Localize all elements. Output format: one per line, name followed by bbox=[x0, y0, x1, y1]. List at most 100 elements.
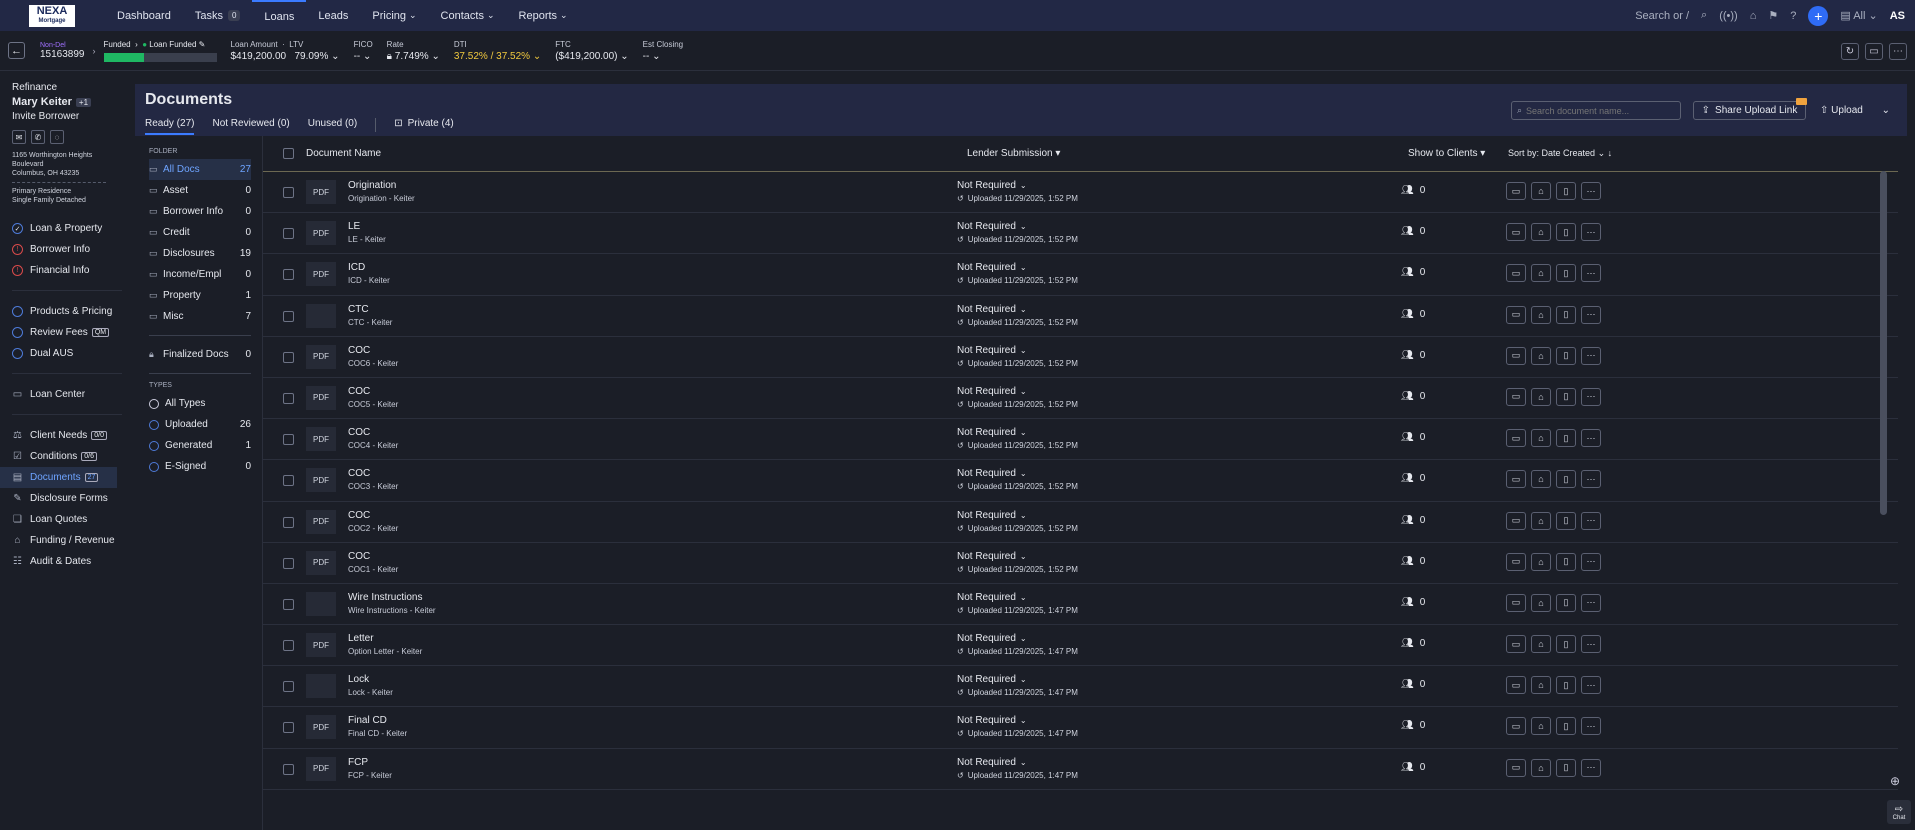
sidebar-item-borrower-info[interactable]: ! Borrower Info bbox=[12, 239, 135, 260]
row-checkbox[interactable] bbox=[283, 351, 294, 363]
row-checkbox[interactable] bbox=[283, 187, 294, 198]
lender-submission-select[interactable]: Not Required ⌄ bbox=[957, 386, 1027, 397]
folder-finalized-docs[interactable]: 🔒︎ Finalized Docs 0 bbox=[149, 344, 251, 365]
loan-id[interactable]: Non-Del 15163899 bbox=[40, 42, 85, 60]
doc-name[interactable]: Final CD bbox=[348, 715, 387, 726]
file-icon[interactable]: ▯ bbox=[1556, 387, 1576, 406]
show-to-clients[interactable]: 👥︎ 0 bbox=[1401, 309, 1425, 320]
lock-icon[interactable]: ⌂ bbox=[1531, 470, 1551, 489]
table-row[interactable]: PDF Origination Origination - Keiter Not Re… bbox=[263, 172, 1898, 214]
table-row[interactable]: Wire Instructions Wire Instructions - Kei… bbox=[263, 584, 1898, 626]
loan-stage[interactable]: Funded › ● Loan Funded ✎ bbox=[103, 40, 217, 62]
comment-icon[interactable]: ▭ bbox=[1506, 593, 1526, 612]
comment-icon[interactable]: ▭ bbox=[1506, 264, 1526, 283]
add-button[interactable]: + bbox=[1808, 5, 1829, 26]
more-icon[interactable]: ⋯ bbox=[1581, 593, 1601, 612]
sidebar-item-dual-aus[interactable]: Dual AUS bbox=[12, 343, 135, 364]
comment-icon[interactable]: ▭ bbox=[1506, 635, 1526, 654]
notifications-icon[interactable]: ⚑ bbox=[1768, 9, 1778, 22]
more-icon[interactable]: ⋯ bbox=[1581, 223, 1601, 242]
more-icon[interactable]: ⋯ bbox=[1581, 429, 1601, 448]
lender-submission-select[interactable]: Not Required ⌄ bbox=[957, 633, 1027, 644]
lender-submission-select[interactable]: Not Required ⌄ bbox=[957, 592, 1027, 603]
scope-select[interactable]: ▤ All ⌄ bbox=[1840, 9, 1877, 22]
folder-all-docs[interactable]: ▭ All Docs 27 bbox=[149, 159, 251, 180]
doc-name[interactable]: COC bbox=[348, 427, 370, 438]
pdf-thumbnail[interactable]: PDF bbox=[306, 344, 336, 369]
phone-icon[interactable]: ✆ bbox=[31, 130, 45, 144]
table-row[interactable]: PDF ICD ICD - Keiter Not Required ⌄ ↺ Uploaded… bbox=[263, 254, 1898, 296]
more-icon[interactable]: ⋯ bbox=[1889, 43, 1907, 60]
lender-submission-select[interactable]: Not Required ⌄ bbox=[957, 551, 1027, 562]
table-row[interactable]: PDF Final CD Final CD - Keiter Not Required… bbox=[263, 707, 1898, 749]
help-icon[interactable]: ? bbox=[1790, 10, 1796, 22]
file-icon[interactable]: ▯ bbox=[1556, 223, 1576, 242]
lender-submission-select[interactable]: Not Required ⌄ bbox=[957, 221, 1027, 232]
upload-button[interactable]: ⇧ Upload ⌄ bbox=[1816, 101, 1894, 120]
row-checkbox[interactable] bbox=[283, 763, 294, 775]
scrollbar[interactable] bbox=[1880, 171, 1887, 515]
more-icon[interactable]: ⋯ bbox=[1581, 676, 1601, 695]
lock-icon[interactable]: ⌂ bbox=[1531, 635, 1551, 654]
table-row[interactable]: PDF COC COC5 - Keiter Not Required ⌄ ↺ Uploade… bbox=[263, 378, 1898, 420]
show-to-clients[interactable]: 👥︎ 0 bbox=[1401, 432, 1425, 443]
more-icon[interactable]: ⋯ bbox=[1581, 552, 1601, 571]
row-checkbox[interactable] bbox=[283, 269, 294, 281]
table-row[interactable]: PDF COC COC1 - Keiter Not Required ⌄ ↺ Uploade… bbox=[263, 543, 1898, 584]
row-checkbox[interactable] bbox=[283, 516, 294, 528]
more-icon[interactable]: ⋯ bbox=[1581, 182, 1601, 200]
comment-icon[interactable]: ▭ bbox=[1506, 346, 1526, 365]
pdf-thumbnail[interactable]: PDF bbox=[306, 221, 336, 246]
sidebar-item-loan-quotes[interactable]: ❏ Loan Quotes bbox=[12, 509, 135, 530]
tab-ready-27[interactable]: Ready (27) bbox=[145, 118, 195, 135]
type-e-signed[interactable]: E-Signed 0 bbox=[149, 456, 251, 477]
file-icon[interactable]: ▯ bbox=[1556, 182, 1576, 200]
table-row[interactable]: PDF Letter Option Letter - Keiter Not Requi… bbox=[263, 625, 1898, 667]
table-row[interactable]: PDF COC COC2 - Keiter Not Required ⌄ ↺ Uploade… bbox=[263, 502, 1898, 543]
table-row[interactable]: Lock Lock - Keiter Not Required ⌄ ↺ Uploaded … bbox=[263, 666, 1898, 708]
more-icon[interactable]: ⋯ bbox=[1581, 758, 1601, 777]
table-row[interactable]: PDF FCP FCP - Keiter Not Required ⌄ ↺ Uploaded… bbox=[263, 749, 1898, 790]
broadcast-icon[interactable]: ((•)) bbox=[1719, 10, 1738, 22]
dti-metric[interactable]: DTI 37.52% / 37.52% ⌄ bbox=[454, 40, 541, 62]
sidebar-item-conditions[interactable]: ☑ Conditions 0/6 bbox=[12, 446, 135, 467]
add-circle-icon[interactable]: ⊕ bbox=[1890, 774, 1900, 788]
doc-search[interactable]: ⌕ bbox=[1511, 101, 1681, 120]
table-row[interactable]: CTC CTC - Keiter Not Required ⌄ ↺ Uploaded 11… bbox=[263, 296, 1898, 337]
more-icon[interactable]: ⋯ bbox=[1581, 387, 1601, 406]
doc-name[interactable]: Wire Instructions bbox=[348, 592, 422, 603]
lock-icon[interactable]: ⌂ bbox=[1531, 346, 1551, 365]
pdf-thumbnail[interactable]: PDF bbox=[306, 633, 336, 658]
type-all-types[interactable]: All Types bbox=[149, 393, 251, 414]
table-row[interactable]: PDF LE LE - Keiter Not Required ⌄ ↺ Uploaded 1… bbox=[263, 213, 1898, 255]
sidebar-item-loan-center[interactable]: ▭ Loan Center bbox=[12, 384, 135, 405]
row-checkbox[interactable] bbox=[283, 722, 294, 734]
search-icon[interactable]: ⌕ bbox=[1701, 9, 1707, 22]
chat-button[interactable]: ⇨ Chat bbox=[1887, 800, 1911, 824]
show-to-clients[interactable]: 👥︎ 0 bbox=[1401, 226, 1425, 237]
sidebar-item-disclosure-forms[interactable]: ✎ Disclosure Forms bbox=[12, 488, 135, 509]
doc-name[interactable]: COC bbox=[348, 468, 370, 479]
show-to-clients[interactable]: 👥︎ 0 bbox=[1401, 515, 1425, 526]
sidebar-item-financial-info[interactable]: ! Financial Info bbox=[12, 260, 135, 281]
row-checkbox[interactable] bbox=[283, 557, 294, 569]
row-checkbox[interactable] bbox=[283, 434, 294, 446]
lender-submission-select[interactable]: Not Required ⌄ bbox=[957, 262, 1027, 273]
doc-name[interactable]: COC bbox=[348, 386, 370, 397]
rate-metric[interactable]: Rate 🔒︎ 7.749% ⌄ bbox=[387, 40, 440, 62]
doc-name[interactable]: Origination bbox=[348, 180, 396, 191]
sidebar-item-products-pricing[interactable]: Products & Pricing bbox=[12, 301, 135, 322]
comment-icon[interactable]: ▭ bbox=[1506, 676, 1526, 695]
doc-name[interactable]: COC bbox=[348, 551, 370, 562]
show-to-clients[interactable]: 👥︎ 0 bbox=[1401, 473, 1425, 484]
borrower-name[interactable]: Mary Keiter +1 bbox=[12, 96, 135, 108]
lock-icon[interactable]: ⌂ bbox=[1531, 593, 1551, 612]
doc-name[interactable]: Letter bbox=[348, 633, 374, 644]
folder-income-empl[interactable]: ▭ Income/Empl 0 bbox=[149, 264, 251, 285]
pdf-thumbnail[interactable] bbox=[306, 591, 336, 616]
file-icon[interactable]: ▯ bbox=[1556, 511, 1576, 530]
nav-reports[interactable]: Reports ⌄ bbox=[507, 0, 580, 31]
more-icon[interactable]: ⋯ bbox=[1581, 305, 1601, 324]
lock-icon[interactable]: ⌂ bbox=[1531, 676, 1551, 695]
tab-unused-0[interactable]: Unused (0) bbox=[308, 118, 357, 135]
